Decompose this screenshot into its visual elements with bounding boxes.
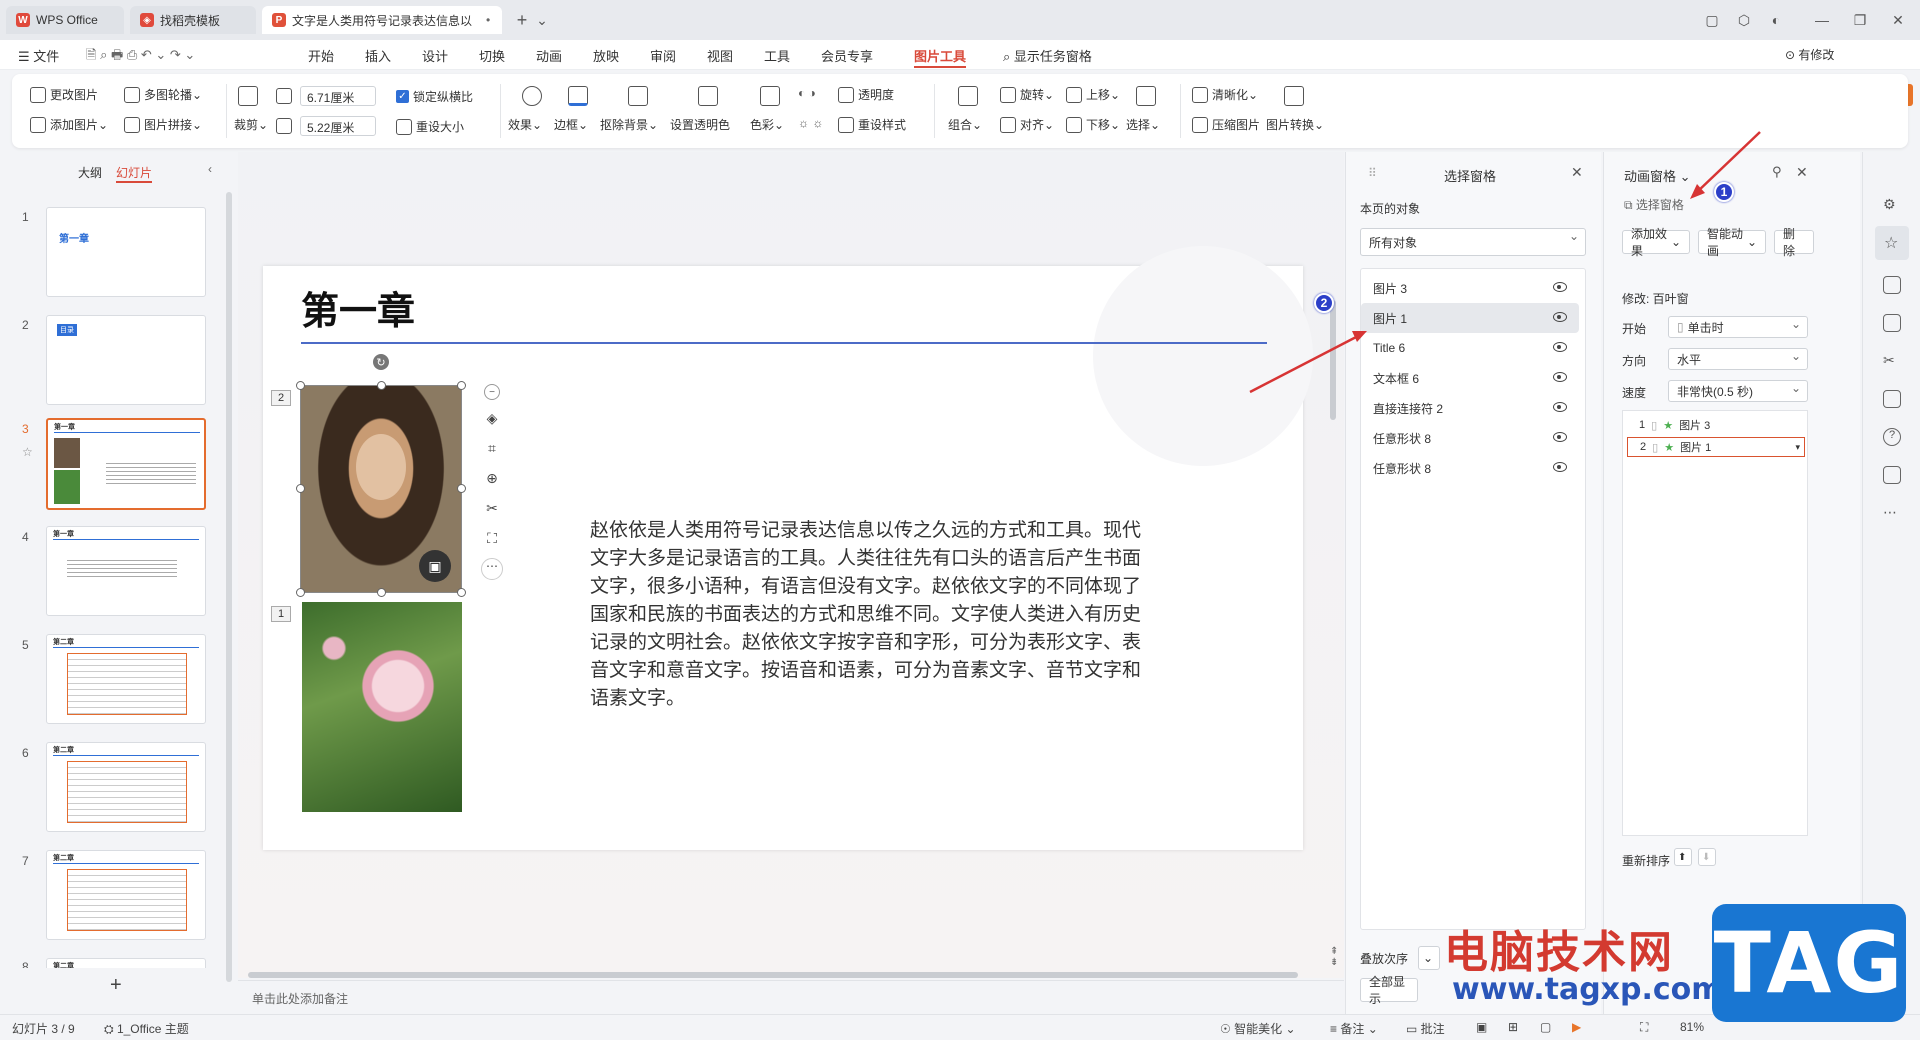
watermark-url: www.tagxp.com	[1452, 972, 1723, 1007]
fit-icon[interactable]: ⛶	[1640, 1020, 1648, 1035]
watermark-text: 电脑技术网	[1444, 927, 1674, 978]
zoom-level[interactable]: 81%	[1680, 1020, 1704, 1034]
status-bar: 幻灯片 3 / 9 ⛭ 1_Office 主题 ☉ 智能美化 ⌄ ≡ 备注 ⌄ …	[0, 1014, 1920, 1040]
beautify-button[interactable]: ☉ 智能美化 ⌄	[1220, 1020, 1296, 1037]
slide-info: 幻灯片 3 / 9	[12, 1022, 75, 1036]
theme-info[interactable]: ⛭ 1_Office 主题	[104, 1020, 189, 1037]
play-icon[interactable]: ▶	[1572, 1020, 1581, 1034]
annotation-marker-2: 2	[1314, 293, 1334, 313]
watermark-tag-logo: TAG	[1712, 904, 1906, 1022]
view-normal-icon[interactable]: ▣	[1476, 1020, 1487, 1034]
notes-button[interactable]: ≡ 备注 ⌄	[1330, 1020, 1378, 1037]
comments-button[interactable]: ▭ 批注	[1406, 1020, 1445, 1037]
view-grid-icon[interactable]: ⊞	[1508, 1020, 1518, 1034]
annotation-marker-1: 1	[1714, 182, 1734, 202]
annotation-arrows	[1249, 131, 1761, 394]
view-reading-icon[interactable]: ▢	[1540, 1020, 1551, 1034]
